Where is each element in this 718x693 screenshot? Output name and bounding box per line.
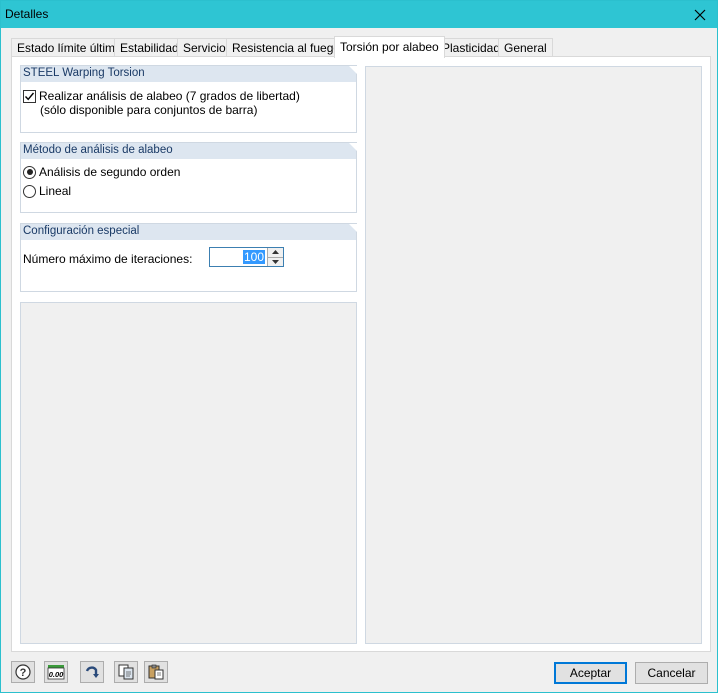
accept-button[interactable]: Aceptar	[554, 662, 627, 684]
group-header: Configuración especial	[21, 224, 357, 240]
radio-linear[interactable]	[23, 184, 36, 198]
radio-second-order-label: Análisis de segundo orden	[39, 165, 181, 179]
tab-panel: STEEL Warping Torsion Realizar análisis …	[11, 56, 711, 652]
tab-estado-limite-ultimo[interactable]: Estado límite último	[11, 38, 128, 57]
group-header: STEEL Warping Torsion	[21, 66, 357, 82]
copy-icon	[118, 664, 134, 680]
help-button[interactable]: ?	[11, 661, 35, 683]
group-warping-method: Método de análisis de alabeo Análisis de…	[20, 142, 357, 213]
units-button[interactable]: 0.00	[44, 661, 68, 683]
warping-analysis-checkbox[interactable]	[23, 90, 36, 103]
tab-torsion-por-alabeo[interactable]: Torsión por alabeo	[334, 36, 445, 58]
arrow-up-icon	[272, 250, 279, 255]
svg-text:?: ?	[20, 667, 27, 679]
tab-label: General	[504, 41, 547, 55]
tab-resistencia-al-fuego[interactable]: Resistencia al fuego	[226, 38, 347, 57]
spinner-arrows	[267, 248, 283, 266]
dialog-window: Detalles Estado límite último Estabilida…	[0, 0, 718, 693]
footer-bar: ? 0.00 Aceptar Cancelar	[1, 656, 717, 692]
svg-text:0.00: 0.00	[49, 670, 64, 679]
warping-analysis-note: (sólo disponible para conjuntos de barra…	[40, 103, 258, 117]
arrow-down-icon	[272, 259, 279, 264]
max-iterations-label: Número máximo de iteraciones:	[23, 252, 193, 266]
tab-label: Estabilidad	[120, 41, 179, 55]
radio-row-linear[interactable]: Lineal	[23, 184, 71, 198]
radio-second-order[interactable]	[23, 165, 36, 179]
tab-general[interactable]: General	[498, 38, 553, 57]
accept-label: Aceptar	[569, 666, 612, 680]
warping-analysis-checkbox-row[interactable]: Realizar análisis de alabeo (7 grados de…	[23, 89, 300, 117]
warping-analysis-label: Realizar análisis de alabeo (7 grados de…	[39, 89, 300, 103]
radio-row-second-order[interactable]: Análisis de segundo orden	[23, 165, 180, 179]
title-bar[interactable]: Detalles	[1, 1, 717, 28]
info-panel-left	[20, 302, 357, 644]
group-special-config: Configuración especial Número máximo de …	[20, 223, 357, 292]
help-icon: ?	[15, 664, 31, 680]
max-iterations-value: 100	[242, 250, 265, 264]
tab-label: Torsión por alabeo	[340, 40, 439, 54]
units-icon: 0.00	[47, 665, 65, 680]
close-icon	[694, 9, 706, 20]
tab-label: Estado límite último	[17, 41, 122, 55]
spinner-up-button[interactable]	[268, 248, 283, 258]
checkmark-icon	[24, 92, 35, 101]
tab-estabilidad[interactable]: Estabilidad	[114, 38, 185, 57]
tab-servicio[interactable]: Servicio	[177, 38, 232, 57]
cancel-label: Cancelar	[647, 666, 696, 680]
tab-label: Plasticidad	[442, 41, 501, 55]
tab-plasticidad[interactable]: Plasticidad	[436, 38, 507, 57]
tab-label: Resistencia al fuego	[232, 41, 341, 55]
reset-icon	[85, 666, 99, 678]
cancel-button[interactable]: Cancelar	[635, 662, 708, 684]
copy-button[interactable]	[114, 661, 138, 683]
group-warping-torsion: STEEL Warping Torsion Realizar análisis …	[20, 65, 357, 133]
reset-button[interactable]	[80, 661, 104, 683]
tab-strip: Estado límite último Estabilidad Servici…	[11, 36, 711, 58]
window-title: Detalles	[5, 7, 49, 21]
max-iterations-spinner[interactable]: 100	[209, 247, 284, 267]
group-header: Método de análisis de alabeo	[21, 143, 357, 159]
close-button[interactable]	[685, 1, 715, 28]
radio-linear-label: Lineal	[39, 184, 72, 198]
paste-icon	[148, 664, 164, 680]
max-iterations-input[interactable]: 100	[210, 248, 267, 266]
tab-label: Servicio	[183, 41, 226, 55]
spinner-down-button[interactable]	[268, 257, 283, 266]
paste-button[interactable]	[144, 661, 168, 683]
preview-panel-right	[365, 66, 702, 644]
